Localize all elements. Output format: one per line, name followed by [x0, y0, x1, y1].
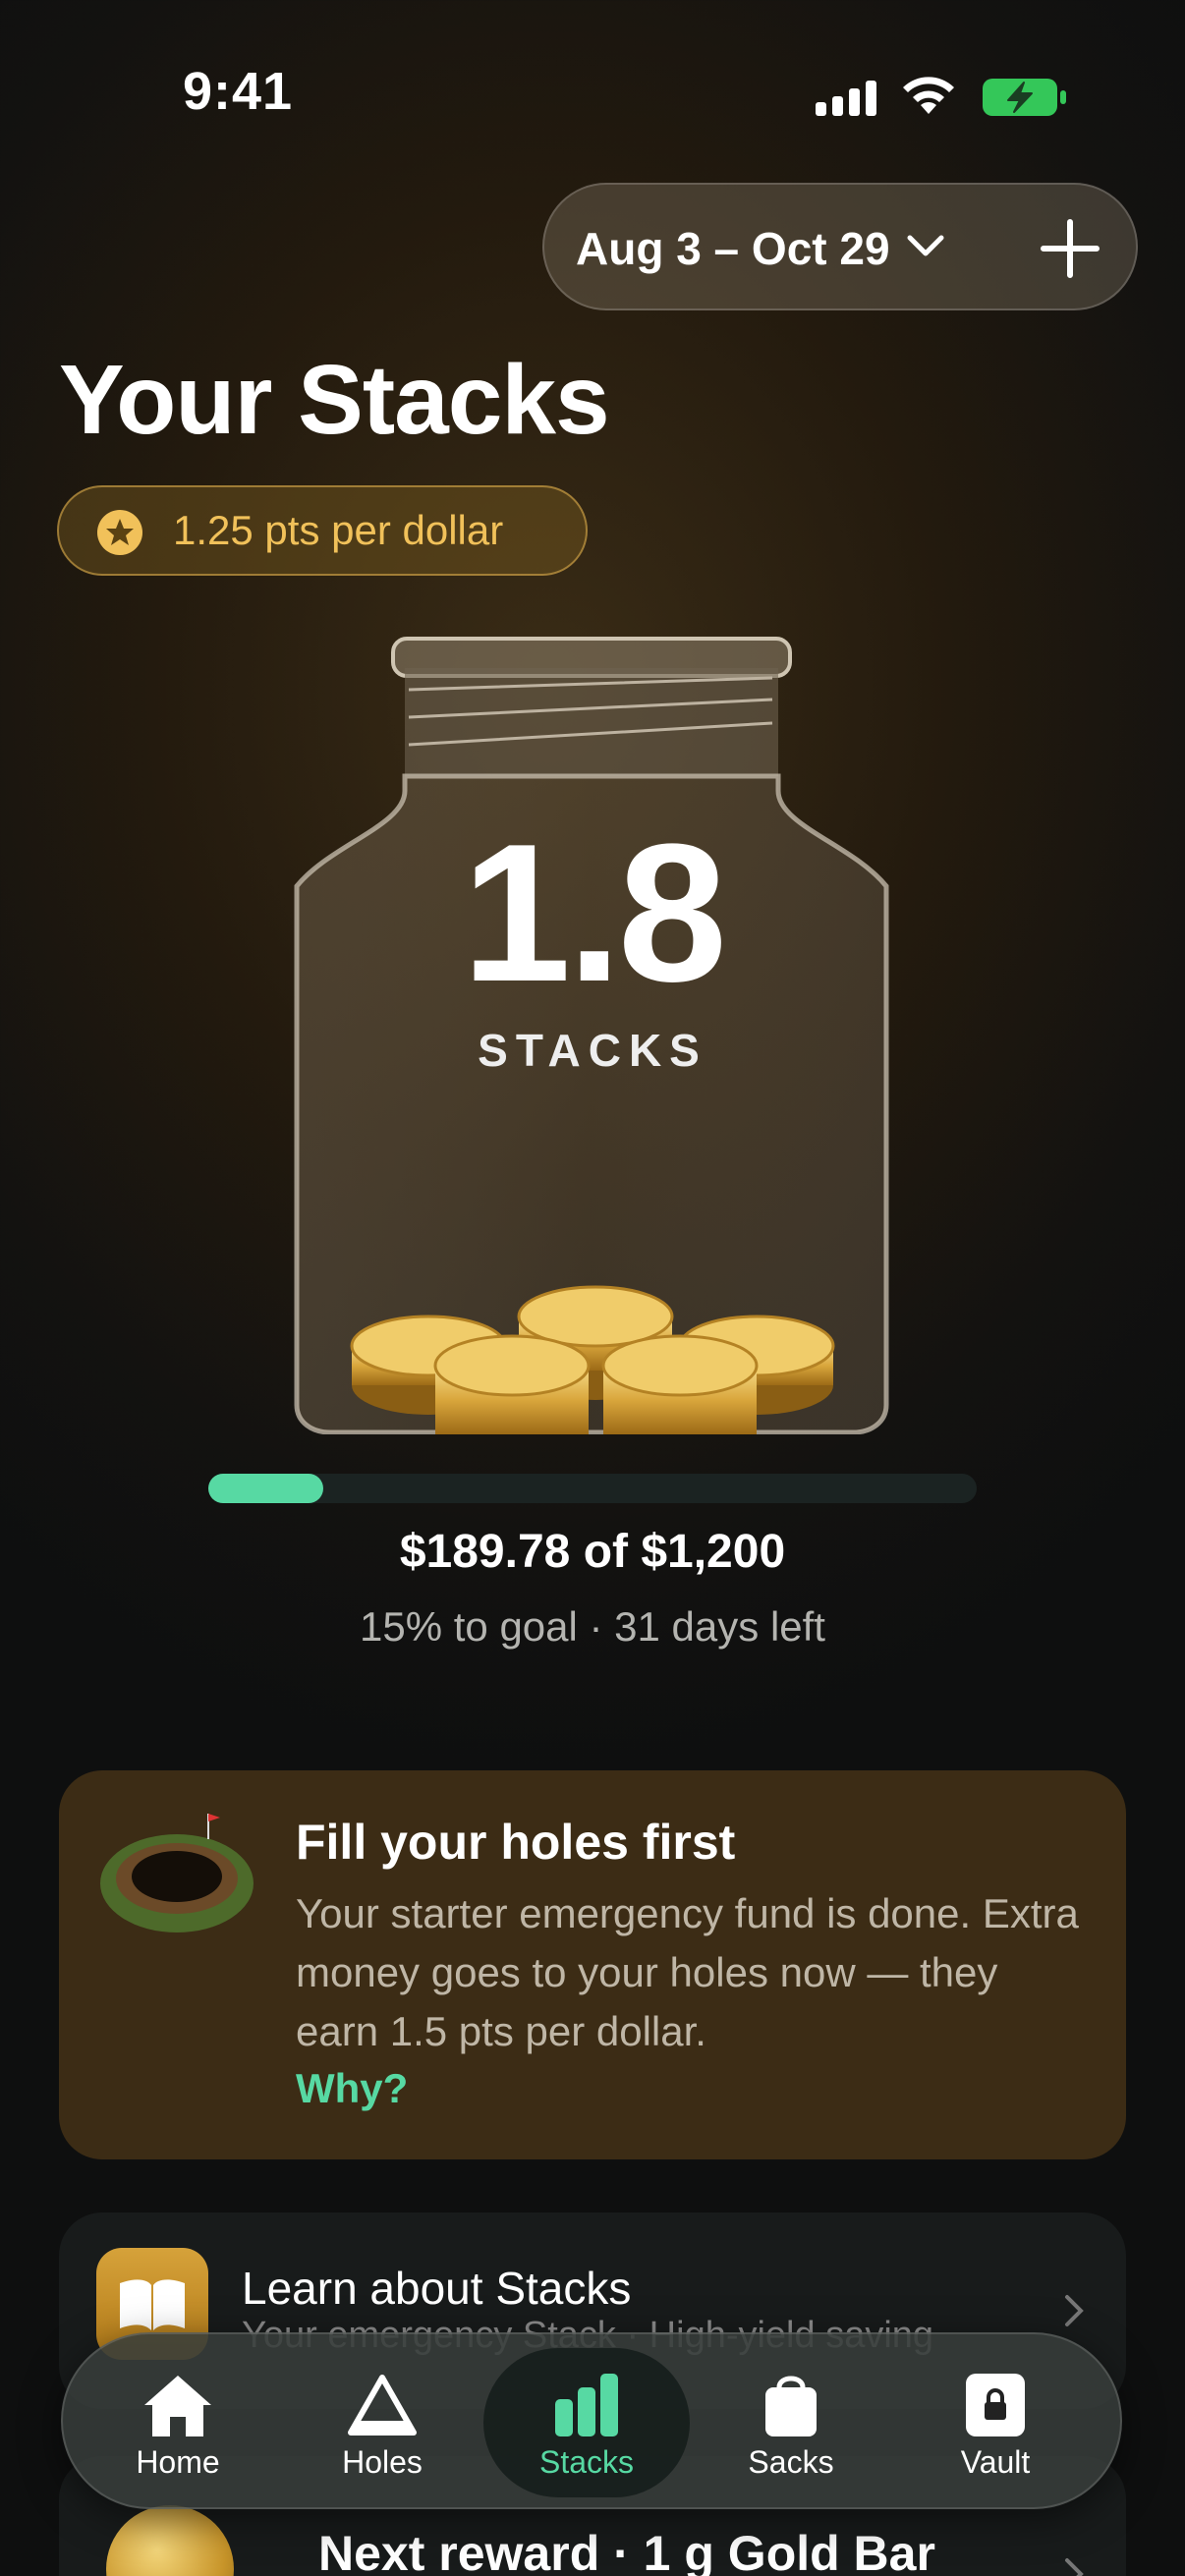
tab-label: Vault: [960, 2444, 1031, 2480]
learn-title: Learn about Stacks: [242, 2263, 632, 2314]
vault-icon: [966, 2374, 1025, 2436]
tab-sacks[interactable]: Sacks: [688, 2348, 894, 2497]
star-icon: [97, 510, 142, 555]
points-rate-label: 1.25 pts per dollar: [173, 507, 504, 553]
add-icon[interactable]: [1036, 214, 1104, 283]
goal-progress-bar: [208, 1474, 977, 1503]
tab-label: Holes: [342, 2444, 423, 2480]
home-icon: [144, 2376, 211, 2436]
tab-bar: Home Holes Stacks Sacks Vault: [61, 2332, 1122, 2509]
chevron-right-icon: [1065, 2295, 1084, 2326]
sacks-icon: [765, 2376, 817, 2436]
fill-holes-card: Fill your holes first Your starter emerg…: [59, 1770, 1126, 2159]
card-body: Your starter emergency fund is done. Ext…: [296, 1890, 1079, 2054]
tab-label: Sacks: [748, 2444, 834, 2480]
holes-icon: [348, 2375, 417, 2436]
tab-home[interactable]: Home: [75, 2348, 281, 2497]
stacks-icon: [555, 2374, 618, 2436]
tab-holes[interactable]: Holes: [279, 2348, 485, 2497]
why-link[interactable]: Why?: [296, 2065, 408, 2112]
date-range-pill: Aug 3 – Oct 29: [542, 183, 1138, 310]
date-range-label[interactable]: Aug 3 – Oct 29: [576, 222, 890, 275]
wifi-icon: [903, 77, 954, 114]
stacks-unit-label: STACKS: [478, 1025, 707, 1076]
cellular-signal-icon: [816, 79, 878, 116]
chevron-down-icon[interactable]: [904, 232, 947, 261]
tab-label: Home: [136, 2444, 220, 2480]
reward-title: Next reward · 1 g Gold Bar: [318, 2526, 935, 2576]
gold-coin-icon: [106, 2505, 234, 2576]
goal-subtitle: 15% to goal · 31 days left: [360, 1603, 825, 1650]
tab-vault[interactable]: Vault: [892, 2348, 1099, 2497]
goal-amount: $189.78 of $1,200: [399, 1526, 786, 1578]
battery-charging-icon: [983, 79, 1066, 116]
goal-progress-fill: [208, 1474, 324, 1503]
tab-label: Stacks: [538, 2444, 635, 2480]
points-rate-badge: 1.25 pts per dollar: [57, 485, 588, 576]
stacks-count: 1.8: [461, 804, 727, 1023]
status-time: 9:41: [183, 62, 294, 121]
card-title: Fill your holes first: [296, 1815, 736, 1870]
golf-hole-icon: [100, 1814, 254, 1932]
chevron-right-icon: [1065, 2558, 1084, 2576]
page-title: Your Stacks: [59, 345, 610, 455]
tab-stacks[interactable]: Stacks: [483, 2348, 690, 2497]
